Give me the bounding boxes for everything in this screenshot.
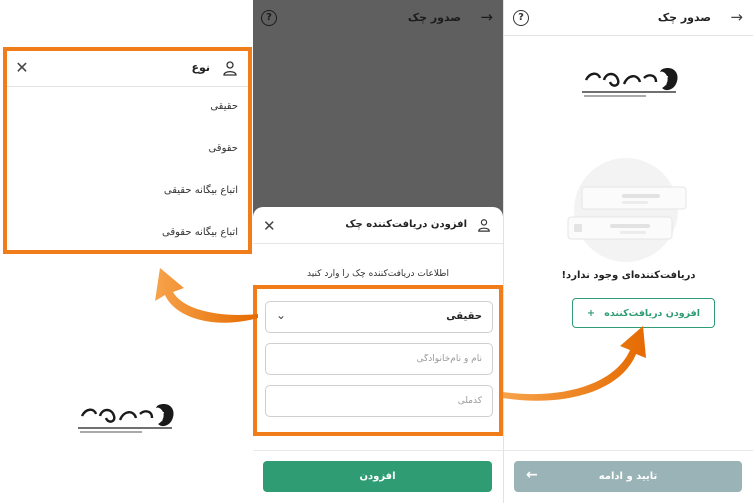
back-arrow-icon[interactable]: → — [480, 8, 493, 26]
national-id-input[interactable] — [265, 385, 493, 417]
empty-state-text: دریافت‌کننده‌ای وجود ندارد! — [561, 270, 696, 281]
type-dropdown-header: ✕ نوع — [7, 51, 248, 87]
page-title: صدور چک — [657, 11, 711, 24]
user-icon — [478, 219, 490, 232]
brand-logo — [582, 68, 678, 97]
type-option-foreign-real[interactable]: اتباع بیگانه حقیقی — [164, 185, 238, 196]
type-dropdown-title: نوع — [191, 61, 210, 74]
add-recipient-label: افزودن دریافت‌کننده — [604, 307, 700, 319]
sheet-title: افزودن دریافت‌کننده چک — [345, 219, 467, 230]
back-arrow-icon[interactable]: → — [730, 8, 743, 26]
type-selection-panel: ✕ نوع حقیقی حقوقی اتباع بیگانه حقیقی اتب… — [0, 0, 253, 503]
close-icon[interactable]: ✕ — [263, 217, 276, 235]
add-button[interactable]: افزودن — [263, 461, 492, 492]
type-select[interactable]: حقیقی ⌄ — [265, 301, 493, 333]
confirm-continue-button[interactable]: تایید و ادامه ← — [514, 461, 742, 492]
page-footer: تایید و ادامه ← — [504, 450, 753, 503]
issue-check-panel: ? صدور چک → دریافت‌کننده‌ای وجود ندارد! … — [503, 0, 753, 503]
user-icon — [223, 61, 237, 76]
sheet-header: ✕ افزودن دریافت‌کننده چک — [253, 207, 503, 244]
full-name-input[interactable] — [265, 343, 493, 375]
form-highlight: حقیقی ⌄ — [253, 285, 503, 436]
page-header: ? صدور چک → — [504, 0, 753, 36]
chevron-down-icon: ⌄ — [276, 308, 287, 322]
arrow-left-icon: ← — [526, 467, 538, 483]
form-instructions: اطلاعات دریافت‌کننده چک را وارد کنید — [307, 269, 449, 279]
empty-list-illustration — [567, 158, 687, 262]
type-dropdown-highlight: ✕ نوع حقیقی حقوقی اتباع بیگانه حقیقی اتب… — [3, 47, 252, 254]
add-recipient-button[interactable]: افزودن دریافت‌کننده + — [572, 298, 715, 328]
type-select-value: حقیقی — [446, 311, 482, 322]
plus-icon: + — [587, 307, 595, 319]
confirm-label: تایید و ادامه — [598, 471, 658, 482]
type-option-foreign-legal[interactable]: اتباع بیگانه حقوقی — [162, 227, 238, 238]
sheet-footer: افزودن — [253, 450, 503, 503]
close-icon[interactable]: ✕ — [14, 59, 30, 77]
type-option-legal[interactable]: حقوقی — [208, 143, 238, 154]
help-icon[interactable]: ? — [513, 10, 529, 26]
type-option-real[interactable]: حقیقی — [210, 101, 238, 112]
brand-logo — [78, 404, 174, 433]
dimmed-background: ? صدور چک → — [253, 0, 503, 207]
add-recipient-panel: ? صدور چک → ✕ افزودن دریافت‌کننده چک اطل… — [253, 0, 503, 503]
page-title: صدور چک — [407, 11, 461, 24]
help-icon[interactable]: ? — [261, 10, 277, 26]
bottom-sheet: ✕ افزودن دریافت‌کننده چک اطلاعات دریافت‌… — [253, 207, 503, 503]
